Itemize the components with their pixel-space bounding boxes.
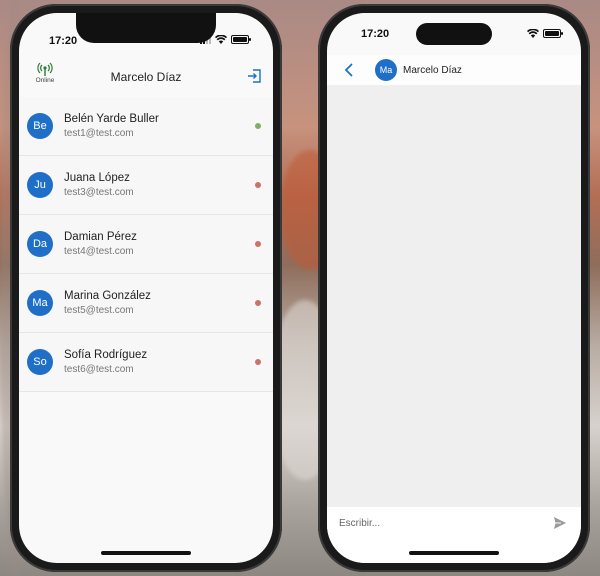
user-info: Damian Pérez test4@test.com	[64, 231, 137, 257]
chat-contact-name: Marcelo Díaz	[403, 64, 462, 76]
user-name: Belén Yarde Buller	[64, 113, 159, 125]
user-name: Marina González	[64, 290, 151, 302]
user-info: Sofía Rodríguez test6@test.com	[64, 349, 147, 375]
online-status-badge[interactable]: Online	[31, 61, 59, 93]
user-name: Sofía Rodríguez	[64, 349, 148, 361]
online-status-dot	[255, 123, 261, 129]
home-indicator[interactable]	[409, 551, 499, 555]
notch	[76, 13, 216, 43]
send-icon[interactable]	[553, 516, 567, 530]
user-list-item[interactable]: Ma Marina González test5@test.com	[19, 274, 273, 333]
online-label: Online	[35, 77, 55, 84]
home-indicator[interactable]	[101, 551, 191, 555]
avatar: Ma	[27, 290, 53, 316]
battery-icon	[543, 29, 563, 38]
wifi-icon	[215, 35, 227, 44]
battery-icon	[231, 35, 251, 44]
offline-status-dot	[255, 182, 261, 188]
status-time: 17:20	[361, 28, 390, 40]
back-chevron-icon[interactable]	[343, 63, 355, 77]
page-title: Marcelo Díaz	[110, 70, 182, 84]
user-email: test6@test.com	[64, 364, 134, 375]
dynamic-island	[416, 23, 492, 45]
logout-icon[interactable]	[247, 69, 261, 83]
chat-navbar: Ma Marcelo Díaz	[327, 55, 581, 85]
user-list-item[interactable]: Ju Juana López test3@test.com	[19, 156, 273, 215]
user-list-item[interactable]: Da Damian Pérez test4@test.com	[19, 215, 273, 274]
user-list-item[interactable]: So Sofía Rodríguez test6@test.com	[19, 333, 273, 392]
phone-left: 17:20 Online Marcelo Díaz Be Belén Yarde…	[10, 4, 282, 572]
user-email: test3@test.com	[64, 187, 134, 198]
status-time: 17:20	[49, 35, 78, 47]
avatar: Be	[27, 113, 53, 139]
user-email: test1@test.com	[64, 128, 134, 139]
status-icons	[527, 29, 563, 38]
offline-status-dot	[255, 241, 261, 247]
user-info: Juana López test3@test.com	[64, 172, 134, 198]
message-input[interactable]	[337, 516, 553, 530]
user-email: test5@test.com	[64, 305, 134, 316]
user-list-item[interactable]: Be Belén Yarde Buller test1@test.com	[19, 97, 273, 156]
user-info: Belén Yarde Buller test1@test.com	[64, 113, 159, 139]
avatar: So	[27, 349, 53, 375]
phone-right: 17:20 Ma Marcelo Díaz	[318, 4, 590, 572]
offline-status-dot	[255, 300, 261, 306]
user-list: Be Belén Yarde Buller test1@test.com Ju …	[19, 97, 273, 392]
offline-status-dot	[255, 359, 261, 365]
wifi-icon	[527, 29, 539, 38]
avatar: Ju	[27, 172, 53, 198]
avatar: Ma	[375, 59, 397, 81]
user-name: Juana López	[64, 172, 130, 184]
users-navbar: Online Marcelo Díaz	[19, 57, 273, 97]
antenna-icon	[37, 62, 53, 76]
avatar: Da	[27, 231, 53, 257]
user-email: test4@test.com	[64, 246, 134, 257]
message-list[interactable]	[327, 85, 581, 507]
message-composer	[327, 507, 581, 539]
user-info: Marina González test5@test.com	[64, 290, 151, 316]
user-name: Damian Pérez	[64, 231, 137, 243]
chat-screen: 17:20 Ma Marcelo Díaz	[327, 13, 581, 563]
users-screen: 17:20 Online Marcelo Díaz Be Belén Yarde…	[19, 13, 273, 563]
